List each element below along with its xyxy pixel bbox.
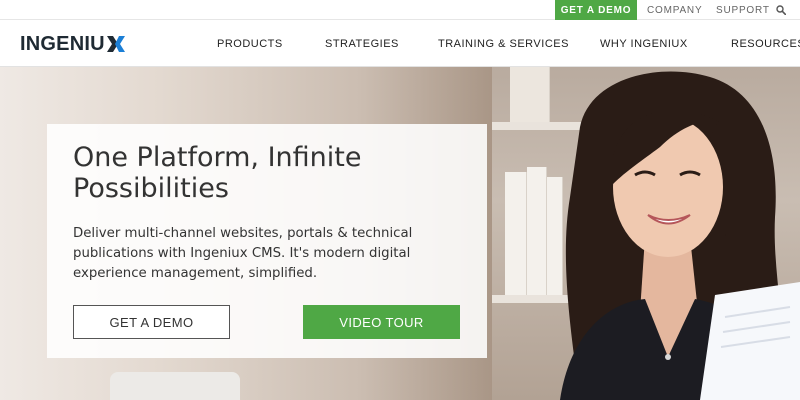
utility-support-link[interactable]: SUPPORT — [716, 0, 770, 20]
hero-card: One Platform, Infinite Possibilities Del… — [47, 124, 487, 358]
ingeniux-logo[interactable]: INGENIU — [20, 32, 126, 56]
hero-laptop-image — [110, 372, 240, 400]
nav-products[interactable]: PRODUCTS — [217, 20, 283, 67]
hero-description: Deliver multi-channel websites, portals … — [73, 226, 413, 281]
nav-strategies[interactable]: STRATEGIES — [325, 20, 399, 67]
book-decoration — [505, 172, 527, 295]
main-navigation: INGENIU PRODUCTS STRATEGIES TRAINING & S… — [0, 20, 800, 67]
hero-person-image — [560, 71, 800, 400]
nav-training-services[interactable]: TRAINING & SERVICES — [438, 20, 569, 67]
utility-get-a-demo-button[interactable]: GET A DEMO — [555, 0, 637, 20]
utility-bar: GET A DEMO COMPANY SUPPORT — [0, 0, 800, 20]
get-a-demo-button[interactable]: GET A DEMO — [73, 305, 230, 339]
hero-title: One Platform, Infinite Possibilities — [73, 142, 362, 204]
ingeniux-x-logo-icon — [106, 36, 125, 52]
logo-wordmark: INGENIU — [20, 32, 105, 55]
video-tour-button[interactable]: VIDEO TOUR — [303, 305, 460, 339]
search-icon[interactable] — [776, 5, 786, 15]
nav-resources[interactable]: RESOURCES — [731, 20, 800, 67]
hero-section: One Platform, Infinite Possibilities Del… — [0, 67, 800, 400]
utility-company-link[interactable]: COMPANY — [647, 0, 702, 20]
nav-why-ingeniux[interactable]: WHY INGENIUX — [600, 20, 688, 67]
